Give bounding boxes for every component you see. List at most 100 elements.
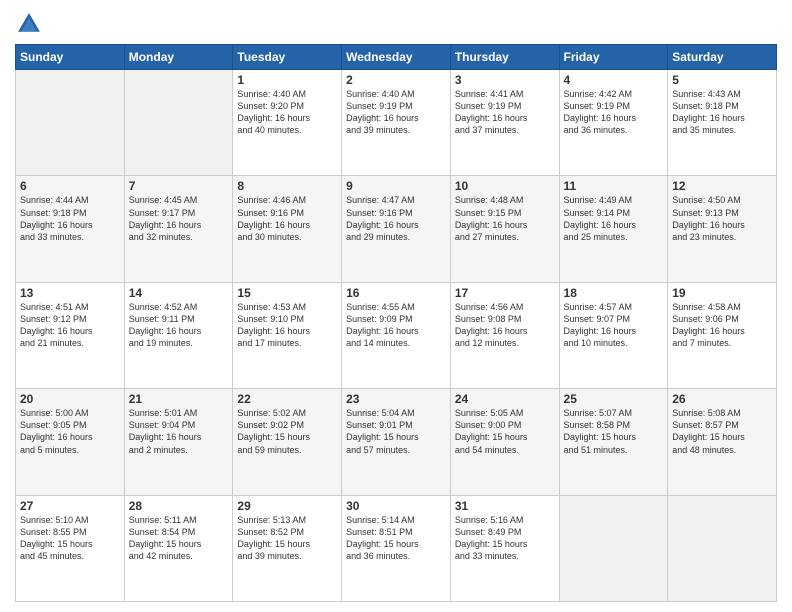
day-number: 1 bbox=[237, 73, 337, 87]
calendar: SundayMondayTuesdayWednesdayThursdayFrid… bbox=[15, 44, 777, 602]
day-number: 19 bbox=[672, 286, 772, 300]
day-info: Sunrise: 5:16 AM Sunset: 8:49 PM Dayligh… bbox=[455, 514, 555, 563]
day-number: 12 bbox=[672, 179, 772, 193]
calendar-cell bbox=[124, 70, 233, 176]
day-number: 8 bbox=[237, 179, 337, 193]
day-number: 18 bbox=[564, 286, 664, 300]
header bbox=[15, 10, 777, 38]
day-info: Sunrise: 4:42 AM Sunset: 9:19 PM Dayligh… bbox=[564, 88, 664, 137]
calendar-cell: 15Sunrise: 4:53 AM Sunset: 9:10 PM Dayli… bbox=[233, 282, 342, 388]
day-number: 10 bbox=[455, 179, 555, 193]
calendar-cell: 12Sunrise: 4:50 AM Sunset: 9:13 PM Dayli… bbox=[668, 176, 777, 282]
day-info: Sunrise: 4:47 AM Sunset: 9:16 PM Dayligh… bbox=[346, 194, 446, 243]
day-number: 13 bbox=[20, 286, 120, 300]
day-info: Sunrise: 4:43 AM Sunset: 9:18 PM Dayligh… bbox=[672, 88, 772, 137]
day-number: 17 bbox=[455, 286, 555, 300]
day-info: Sunrise: 4:45 AM Sunset: 9:17 PM Dayligh… bbox=[129, 194, 229, 243]
calendar-cell: 25Sunrise: 5:07 AM Sunset: 8:58 PM Dayli… bbox=[559, 389, 668, 495]
logo bbox=[15, 10, 45, 38]
day-info: Sunrise: 5:05 AM Sunset: 9:00 PM Dayligh… bbox=[455, 407, 555, 456]
day-info: Sunrise: 4:56 AM Sunset: 9:08 PM Dayligh… bbox=[455, 301, 555, 350]
calendar-week-5: 27Sunrise: 5:10 AM Sunset: 8:55 PM Dayli… bbox=[16, 495, 777, 601]
calendar-cell: 16Sunrise: 4:55 AM Sunset: 9:09 PM Dayli… bbox=[342, 282, 451, 388]
day-number: 21 bbox=[129, 392, 229, 406]
calendar-cell: 5Sunrise: 4:43 AM Sunset: 9:18 PM Daylig… bbox=[668, 70, 777, 176]
calendar-cell: 3Sunrise: 4:41 AM Sunset: 9:19 PM Daylig… bbox=[450, 70, 559, 176]
calendar-week-2: 6Sunrise: 4:44 AM Sunset: 9:18 PM Daylig… bbox=[16, 176, 777, 282]
calendar-cell: 26Sunrise: 5:08 AM Sunset: 8:57 PM Dayli… bbox=[668, 389, 777, 495]
day-number: 6 bbox=[20, 179, 120, 193]
day-info: Sunrise: 4:55 AM Sunset: 9:09 PM Dayligh… bbox=[346, 301, 446, 350]
day-info: Sunrise: 5:07 AM Sunset: 8:58 PM Dayligh… bbox=[564, 407, 664, 456]
weekday-header-friday: Friday bbox=[559, 45, 668, 70]
day-info: Sunrise: 5:08 AM Sunset: 8:57 PM Dayligh… bbox=[672, 407, 772, 456]
calendar-cell: 23Sunrise: 5:04 AM Sunset: 9:01 PM Dayli… bbox=[342, 389, 451, 495]
calendar-week-1: 1Sunrise: 4:40 AM Sunset: 9:20 PM Daylig… bbox=[16, 70, 777, 176]
logo-icon bbox=[15, 10, 43, 38]
day-info: Sunrise: 5:11 AM Sunset: 8:54 PM Dayligh… bbox=[129, 514, 229, 563]
day-number: 16 bbox=[346, 286, 446, 300]
calendar-cell: 1Sunrise: 4:40 AM Sunset: 9:20 PM Daylig… bbox=[233, 70, 342, 176]
calendar-cell bbox=[559, 495, 668, 601]
day-info: Sunrise: 4:51 AM Sunset: 9:12 PM Dayligh… bbox=[20, 301, 120, 350]
day-number: 3 bbox=[455, 73, 555, 87]
day-number: 15 bbox=[237, 286, 337, 300]
day-info: Sunrise: 4:58 AM Sunset: 9:06 PM Dayligh… bbox=[672, 301, 772, 350]
weekday-header-sunday: Sunday bbox=[16, 45, 125, 70]
calendar-cell bbox=[16, 70, 125, 176]
weekday-header-wednesday: Wednesday bbox=[342, 45, 451, 70]
day-info: Sunrise: 4:40 AM Sunset: 9:20 PM Dayligh… bbox=[237, 88, 337, 137]
day-number: 26 bbox=[672, 392, 772, 406]
calendar-cell: 6Sunrise: 4:44 AM Sunset: 9:18 PM Daylig… bbox=[16, 176, 125, 282]
page: SundayMondayTuesdayWednesdayThursdayFrid… bbox=[0, 0, 792, 612]
calendar-cell: 19Sunrise: 4:58 AM Sunset: 9:06 PM Dayli… bbox=[668, 282, 777, 388]
weekday-header-thursday: Thursday bbox=[450, 45, 559, 70]
day-info: Sunrise: 4:44 AM Sunset: 9:18 PM Dayligh… bbox=[20, 194, 120, 243]
day-info: Sunrise: 4:50 AM Sunset: 9:13 PM Dayligh… bbox=[672, 194, 772, 243]
calendar-cell: 9Sunrise: 4:47 AM Sunset: 9:16 PM Daylig… bbox=[342, 176, 451, 282]
day-number: 22 bbox=[237, 392, 337, 406]
calendar-cell: 4Sunrise: 4:42 AM Sunset: 9:19 PM Daylig… bbox=[559, 70, 668, 176]
day-info: Sunrise: 4:48 AM Sunset: 9:15 PM Dayligh… bbox=[455, 194, 555, 243]
day-number: 29 bbox=[237, 499, 337, 513]
day-info: Sunrise: 5:00 AM Sunset: 9:05 PM Dayligh… bbox=[20, 407, 120, 456]
day-info: Sunrise: 4:57 AM Sunset: 9:07 PM Dayligh… bbox=[564, 301, 664, 350]
calendar-header-row: SundayMondayTuesdayWednesdayThursdayFrid… bbox=[16, 45, 777, 70]
day-number: 2 bbox=[346, 73, 446, 87]
day-number: 14 bbox=[129, 286, 229, 300]
day-number: 28 bbox=[129, 499, 229, 513]
weekday-header-monday: Monday bbox=[124, 45, 233, 70]
calendar-week-4: 20Sunrise: 5:00 AM Sunset: 9:05 PM Dayli… bbox=[16, 389, 777, 495]
calendar-cell: 2Sunrise: 4:40 AM Sunset: 9:19 PM Daylig… bbox=[342, 70, 451, 176]
weekday-header-saturday: Saturday bbox=[668, 45, 777, 70]
day-number: 20 bbox=[20, 392, 120, 406]
day-info: Sunrise: 5:01 AM Sunset: 9:04 PM Dayligh… bbox=[129, 407, 229, 456]
day-info: Sunrise: 5:13 AM Sunset: 8:52 PM Dayligh… bbox=[237, 514, 337, 563]
day-number: 31 bbox=[455, 499, 555, 513]
calendar-week-3: 13Sunrise: 4:51 AM Sunset: 9:12 PM Dayli… bbox=[16, 282, 777, 388]
calendar-cell: 28Sunrise: 5:11 AM Sunset: 8:54 PM Dayli… bbox=[124, 495, 233, 601]
day-info: Sunrise: 5:10 AM Sunset: 8:55 PM Dayligh… bbox=[20, 514, 120, 563]
calendar-cell: 7Sunrise: 4:45 AM Sunset: 9:17 PM Daylig… bbox=[124, 176, 233, 282]
calendar-cell: 11Sunrise: 4:49 AM Sunset: 9:14 PM Dayli… bbox=[559, 176, 668, 282]
calendar-cell: 13Sunrise: 4:51 AM Sunset: 9:12 PM Dayli… bbox=[16, 282, 125, 388]
day-info: Sunrise: 4:46 AM Sunset: 9:16 PM Dayligh… bbox=[237, 194, 337, 243]
day-number: 30 bbox=[346, 499, 446, 513]
day-info: Sunrise: 4:52 AM Sunset: 9:11 PM Dayligh… bbox=[129, 301, 229, 350]
day-number: 25 bbox=[564, 392, 664, 406]
day-number: 7 bbox=[129, 179, 229, 193]
day-info: Sunrise: 4:40 AM Sunset: 9:19 PM Dayligh… bbox=[346, 88, 446, 137]
weekday-header-tuesday: Tuesday bbox=[233, 45, 342, 70]
calendar-cell: 29Sunrise: 5:13 AM Sunset: 8:52 PM Dayli… bbox=[233, 495, 342, 601]
calendar-cell: 18Sunrise: 4:57 AM Sunset: 9:07 PM Dayli… bbox=[559, 282, 668, 388]
day-info: Sunrise: 5:02 AM Sunset: 9:02 PM Dayligh… bbox=[237, 407, 337, 456]
calendar-cell: 8Sunrise: 4:46 AM Sunset: 9:16 PM Daylig… bbox=[233, 176, 342, 282]
calendar-cell: 31Sunrise: 5:16 AM Sunset: 8:49 PM Dayli… bbox=[450, 495, 559, 601]
day-number: 9 bbox=[346, 179, 446, 193]
day-number: 5 bbox=[672, 73, 772, 87]
calendar-cell: 27Sunrise: 5:10 AM Sunset: 8:55 PM Dayli… bbox=[16, 495, 125, 601]
calendar-cell: 10Sunrise: 4:48 AM Sunset: 9:15 PM Dayli… bbox=[450, 176, 559, 282]
day-info: Sunrise: 5:14 AM Sunset: 8:51 PM Dayligh… bbox=[346, 514, 446, 563]
calendar-cell: 17Sunrise: 4:56 AM Sunset: 9:08 PM Dayli… bbox=[450, 282, 559, 388]
day-info: Sunrise: 4:53 AM Sunset: 9:10 PM Dayligh… bbox=[237, 301, 337, 350]
